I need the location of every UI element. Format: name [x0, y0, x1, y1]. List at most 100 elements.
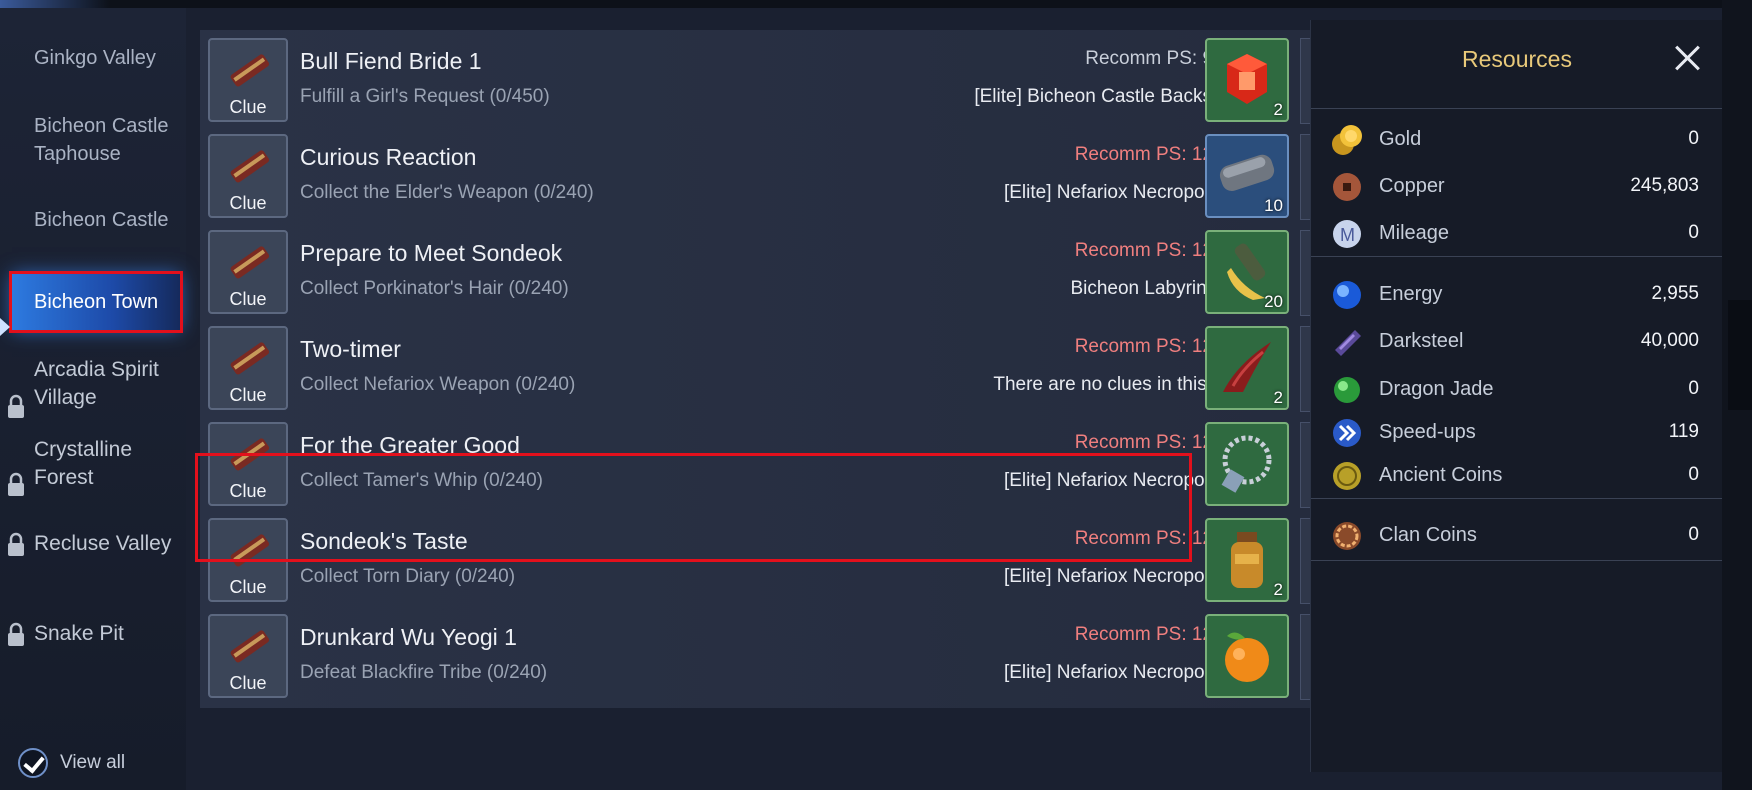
mileage-icon: M	[1329, 216, 1365, 252]
quest-description: Collect Torn Diary (0/240)	[300, 566, 516, 587]
quest-row[interactable]: Clue Prepare to Meet Sondeok Collect Porki…	[200, 222, 1310, 326]
resource-name: Gold	[1379, 128, 1422, 150]
resource-value: 0	[1688, 222, 1699, 243]
move-button[interactable]	[1300, 422, 1310, 508]
reward-item[interactable]	[1205, 422, 1289, 506]
view-all-label: View all	[60, 752, 126, 773]
sidebar-item-label: Bicheon Castle Taphouse	[34, 115, 169, 165]
sidebar-item-label: Snake Pit	[34, 622, 124, 645]
gold-coins-icon	[1329, 122, 1365, 158]
resource-name: Energy	[1379, 283, 1443, 305]
sidebar-item-crystalline-forest[interactable]: Crystalline Forest	[0, 436, 180, 496]
clue-label: Clue	[229, 193, 267, 213]
clue-label: Clue	[229, 289, 267, 309]
quest-title: Prepare to Meet Sondeok	[300, 240, 563, 266]
reward-count: 2	[1273, 580, 1283, 599]
view-all-toggle[interactable]: View all	[18, 748, 125, 778]
resource-value: 0	[1688, 128, 1699, 149]
reward-item[interactable]: 10	[1205, 134, 1289, 218]
checkbox-check-icon[interactable]	[18, 748, 48, 778]
clue-label: Clue	[229, 577, 267, 597]
divider	[1311, 108, 1723, 109]
resource-row: Clan Coins 0	[1311, 514, 1723, 558]
svg-text:M: M	[1340, 225, 1355, 245]
quest-title: Sondeok's Taste	[300, 528, 468, 554]
quest-description: Defeat Blackfire Tribe (0/240)	[300, 662, 548, 683]
clue-button[interactable]: Clue	[208, 38, 288, 122]
quest-title: Bull Fiend Bride 1	[300, 48, 482, 74]
quest-title: Curious Reaction	[300, 144, 477, 170]
sidebar-item-bicheon-castle-taphouse[interactable]: Bicheon Castle Taphouse	[0, 112, 180, 168]
reward-item[interactable]	[1205, 614, 1289, 698]
close-icon[interactable]	[1673, 44, 1701, 72]
lock-icon	[8, 532, 24, 556]
reward-item[interactable]: 2	[1205, 38, 1289, 122]
quest-row[interactable]: Clue For the Greater Good Collect Tamer's …	[200, 414, 1310, 518]
quest-row[interactable]: Clue Drunkard Wu Yeogi 1 Defeat Blackfire …	[200, 606, 1310, 710]
resource-row: Energy 2,955	[1311, 273, 1723, 317]
move-button[interactable]	[1300, 326, 1310, 412]
copper-coin-icon	[1329, 169, 1365, 205]
sidebar-item-snake-pit[interactable]: Snake Pit	[0, 620, 186, 648]
sidebar-item-label: Ginkgo Valley	[34, 47, 156, 69]
clue-button[interactable]: Clue	[208, 422, 288, 506]
clue-button[interactable]: Clue	[208, 230, 288, 314]
sidebar-item-recluse-valley[interactable]: Recluse Valley	[0, 530, 186, 558]
clan-coin-icon	[1329, 518, 1365, 554]
clue-button[interactable]: Clue	[208, 326, 288, 410]
side-scroll-arrow-icon[interactable]	[1728, 300, 1752, 410]
resource-value: 0	[1688, 464, 1699, 485]
quest-title: Two-timer	[300, 336, 401, 362]
quest-description: Collect Porkinator's Hair (0/240)	[300, 278, 569, 299]
ancient-coin-icon	[1329, 458, 1365, 494]
quest-description: Collect Tamer's Whip (0/240)	[300, 470, 543, 491]
quest-row[interactable]: Clue Bull Fiend Bride 1 Fulfill a Girl's R…	[200, 30, 1310, 134]
move-button[interactable]	[1300, 614, 1310, 700]
resource-row: Dragon Jade 0	[1311, 368, 1723, 412]
move-button[interactable]	[1300, 518, 1310, 604]
reward-count: 20	[1264, 292, 1283, 311]
speed-up-icon	[1329, 415, 1365, 451]
divider	[1311, 498, 1723, 499]
clue-scroll-icon	[230, 630, 270, 663]
clue-scroll-icon	[230, 54, 270, 87]
dragon-jade-icon	[1329, 372, 1365, 408]
clue-button[interactable]: Clue	[208, 518, 288, 602]
move-button[interactable]	[1300, 38, 1310, 124]
resource-name: Copper	[1379, 175, 1445, 197]
quest-description: Fulfill a Girl's Request (0/450)	[300, 86, 550, 107]
move-button[interactable]	[1300, 134, 1310, 220]
reward-count: 2	[1273, 100, 1283, 119]
clue-label: Clue	[229, 481, 267, 501]
quest-row[interactable]: Clue Two-timer Collect Nefariox Weapon (0/…	[200, 318, 1310, 422]
lock-icon	[8, 472, 24, 496]
resources-title: Resources	[1462, 46, 1572, 72]
top-bar	[0, 0, 1752, 8]
quest-title: For the Greater Good	[300, 432, 520, 458]
clue-button[interactable]: Clue	[208, 614, 288, 698]
sidebar-item-label: Bicheon Town	[34, 291, 159, 313]
clue-button[interactable]: Clue	[208, 134, 288, 218]
resource-row: Darksteel 40,000	[1311, 320, 1723, 364]
resource-value: 0	[1688, 378, 1699, 399]
sidebar-item-label: Recluse Valley	[34, 532, 172, 555]
sidebar-item-bicheon-town[interactable]: Bicheon Town	[9, 271, 183, 333]
clue-label: Clue	[229, 673, 267, 693]
reward-count: 10	[1264, 196, 1283, 215]
reward-item[interactable]: 2	[1205, 518, 1289, 602]
resource-row: Ancient Coins 0	[1311, 454, 1723, 498]
reward-item[interactable]: 2	[1205, 326, 1289, 410]
resource-name: Speed-ups	[1379, 421, 1476, 443]
move-button[interactable]	[1300, 230, 1310, 316]
quest-description: Collect the Elder's Weapon (0/240)	[300, 182, 594, 203]
sidebar-item-ginkgo-valley[interactable]: Ginkgo Valley	[0, 44, 186, 72]
quest-row[interactable]: Clue Curious Reaction Collect the Elder's …	[200, 126, 1310, 230]
reward-item[interactable]: 20	[1205, 230, 1289, 314]
clue-scroll-icon	[230, 150, 270, 183]
quest-list: Clue Bull Fiend Bride 1 Fulfill a Girl's R…	[200, 30, 1310, 790]
sidebar-item-bicheon-castle[interactable]: Bicheon Castle	[0, 206, 186, 234]
quest-row[interactable]: Clue Sondeok's Taste Collect Torn Diary (0…	[200, 510, 1310, 614]
energy-orb-icon	[1329, 277, 1365, 313]
sidebar-item-arcadia-spirit-village[interactable]: Arcadia Spirit Village	[0, 356, 180, 418]
resource-name: Dragon Jade	[1379, 378, 1494, 400]
